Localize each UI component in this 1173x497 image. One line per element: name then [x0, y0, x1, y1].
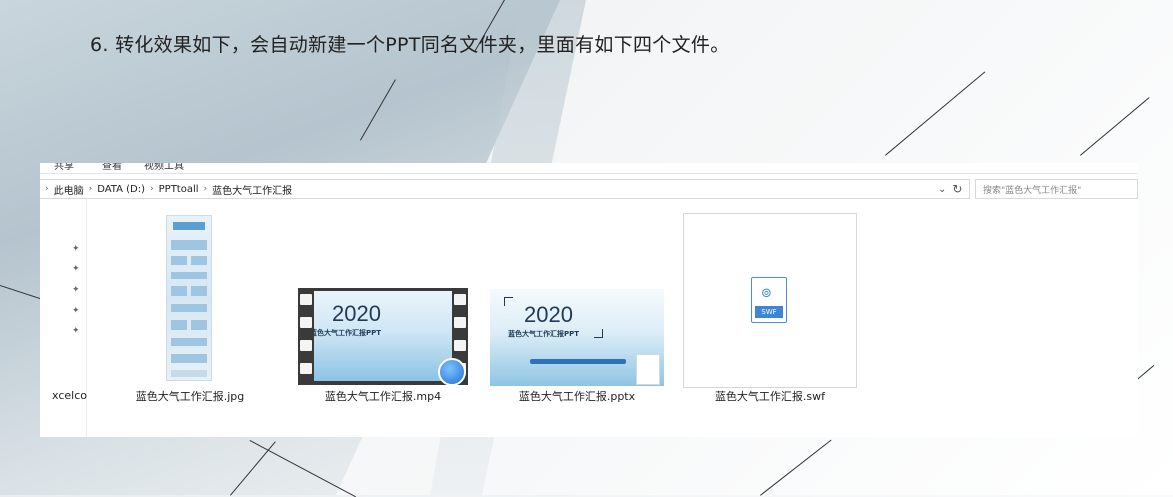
thumbnail-bar: [530, 359, 626, 364]
pin-icon[interactable]: ✦: [72, 244, 80, 254]
thumbnail-year: 2020: [524, 302, 573, 327]
address-bar[interactable]: › 此电脑 › DATA (D:) › PPTtoall › 蓝色大气工作汇报: [40, 179, 970, 199]
ribbon-tab-view[interactable]: 查看: [102, 163, 122, 172]
chevron-down-icon[interactable]: ⌄: [938, 184, 946, 195]
file-name-mp4[interactable]: 蓝色大气工作汇报.mp4: [323, 388, 443, 404]
ribbon-tab-video-tools[interactable]: 视频工具: [144, 163, 184, 172]
document-icon: [636, 354, 660, 385]
film-camera-icon: ⊚: [761, 286, 772, 301]
address-controls: ⌄ ↻: [938, 179, 962, 199]
bracket-decor: [594, 329, 603, 338]
chevron-right-icon: ›: [150, 184, 154, 194]
decor-line: [1080, 97, 1150, 156]
chevron-right-icon: ›: [88, 184, 93, 194]
bracket-decor: [504, 297, 513, 306]
file-thumbnail-jpg[interactable]: [166, 215, 212, 381]
decor-line: [760, 439, 832, 496]
search-placeholder: 搜索"蓝色大气工作汇报": [983, 185, 1082, 196]
search-input[interactable]: 搜索"蓝色大气工作汇报": [975, 179, 1138, 199]
file-thumbnail-swf[interactable]: ⊚ SWF: [683, 213, 857, 388]
thumbnail-title: 蓝色大气工作汇报PPT: [314, 329, 382, 337]
video-preview: 2020 蓝色大气工作汇报PPT: [314, 291, 452, 381]
swf-label: SWF: [755, 306, 783, 318]
chevron-right-icon: ›: [203, 184, 208, 194]
thumbnail-year: 2020: [332, 301, 381, 326]
breadcrumb-folder-ppttoall[interactable]: PPTtoall: [159, 184, 199, 195]
pin-icon[interactable]: ✦: [72, 285, 80, 295]
refresh-icon[interactable]: ↻: [952, 182, 962, 196]
file-name-jpg[interactable]: 蓝色大气工作汇报.jpg: [130, 388, 250, 404]
step-caption: 6. 转化效果如下，会自动新建一个PPT同名文件夹，里面有如下四个文件。: [90, 34, 730, 56]
file-name-swf[interactable]: 蓝色大气工作汇报.swf: [710, 388, 830, 404]
pin-icon[interactable]: ✦: [72, 326, 80, 336]
breadcrumb-drive[interactable]: DATA (D:): [97, 184, 145, 195]
swf-file-icon: ⊚ SWF: [751, 277, 787, 323]
ribbon-tab-share[interactable]: 共享: [54, 163, 74, 172]
breadcrumb-this-pc[interactable]: 此电脑: [54, 182, 84, 197]
file-name-pptx[interactable]: 蓝色大气工作汇报.pptx: [517, 388, 637, 404]
chevron-right-icon: ›: [45, 184, 49, 194]
ribbon-tabs: 共享 查看 视频工具: [40, 163, 1138, 174]
media-player-icon: [438, 358, 466, 386]
nav-item-label[interactable]: xcelco: [52, 389, 87, 402]
thumbnail-title: 蓝色大气工作汇报PPT: [508, 330, 580, 338]
decor-line: [885, 71, 986, 156]
pin-icon[interactable]: ✦: [72, 264, 80, 274]
pin-icon[interactable]: ✦: [72, 306, 80, 316]
file-explorer-window: 共享 查看 视频工具 › 此电脑 › DATA (D:) › PPTtoall …: [40, 163, 1138, 437]
breadcrumb-current-folder[interactable]: 蓝色大气工作汇报: [212, 182, 292, 197]
navigation-pane: ✦ ✦ ✦ ✦ ✦ xcelco: [40, 199, 87, 437]
